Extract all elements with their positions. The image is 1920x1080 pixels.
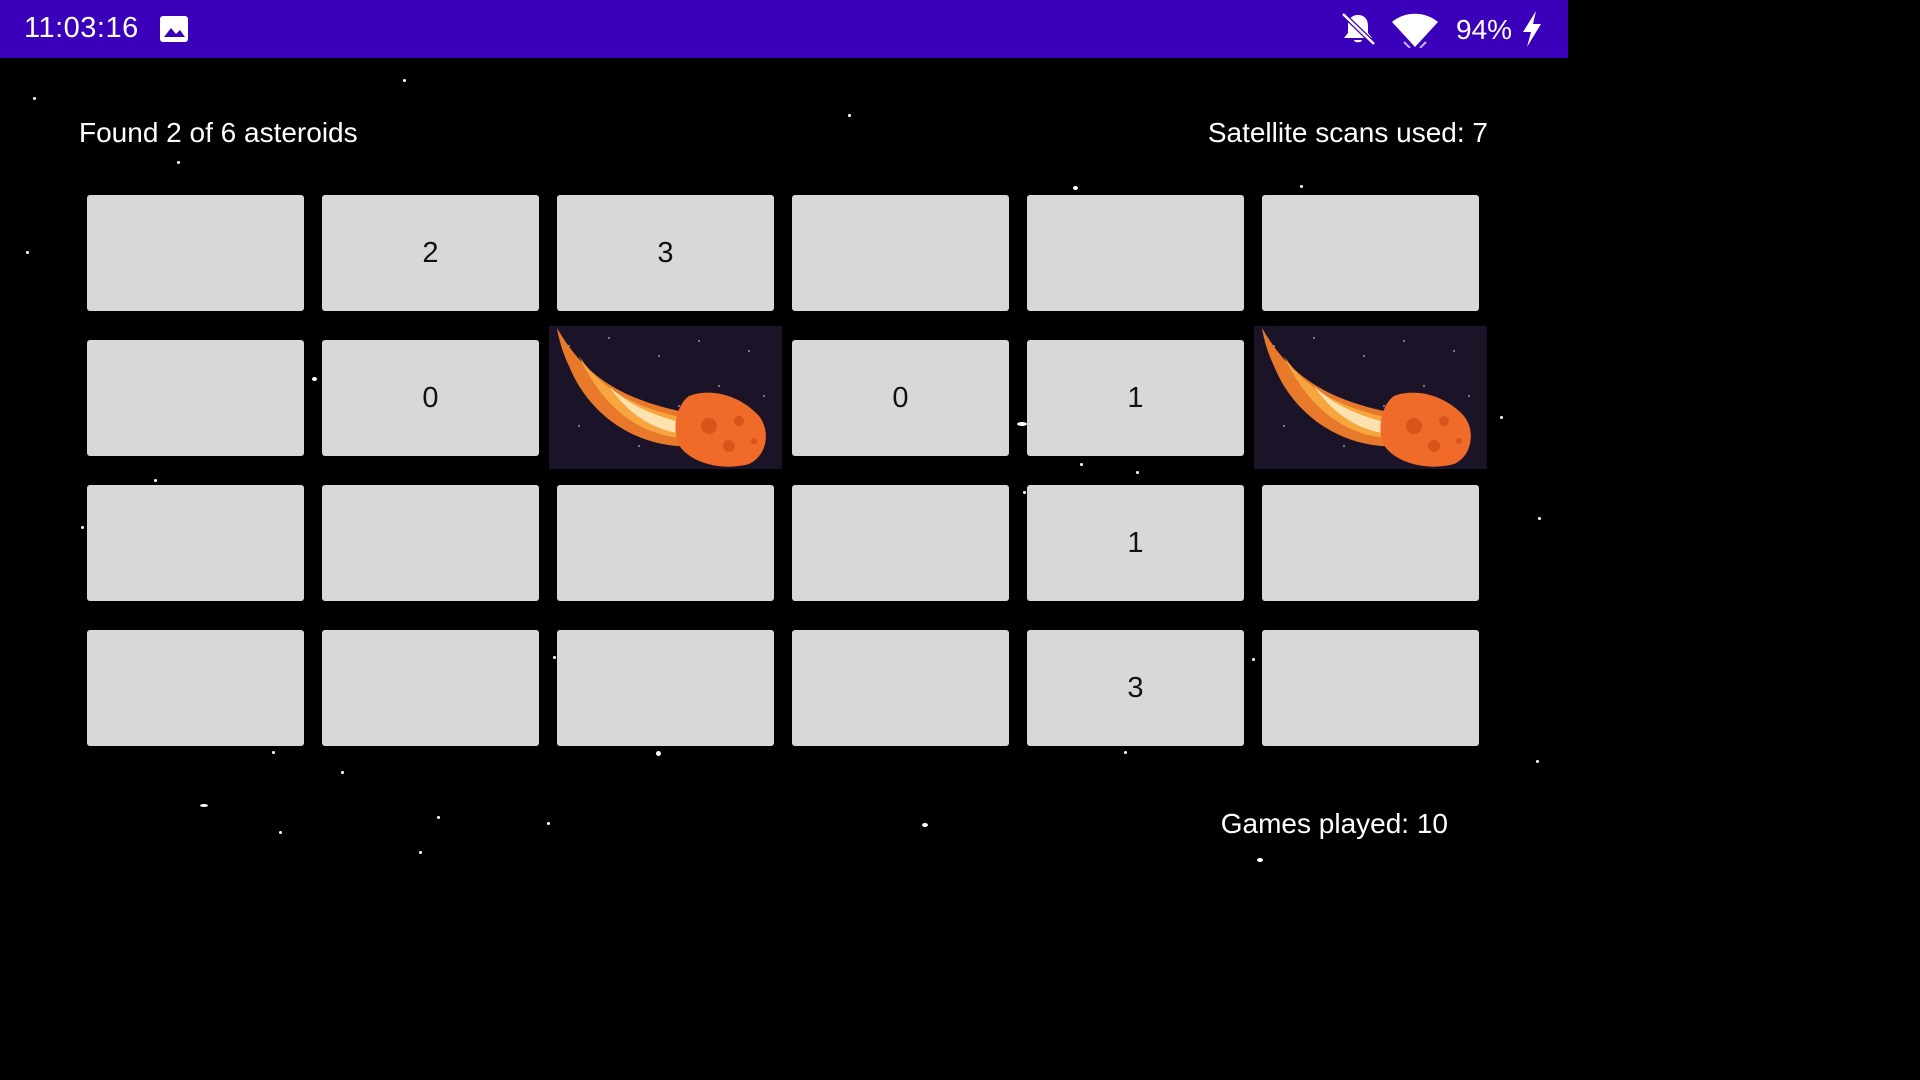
grid-cell[interactable]: 2 — [322, 195, 539, 311]
wifi-icon — [1392, 13, 1438, 48]
star — [1124, 751, 1127, 754]
star — [1300, 185, 1303, 188]
grid-cell[interactable] — [87, 485, 304, 601]
star — [1536, 760, 1539, 763]
star — [1500, 416, 1503, 419]
star — [922, 823, 928, 827]
gallery-icon — [160, 16, 188, 42]
asteroid-icon — [549, 326, 782, 469]
star — [341, 771, 344, 774]
grid-cell[interactable] — [792, 195, 1009, 311]
star — [848, 114, 851, 117]
star — [1538, 517, 1541, 520]
star — [272, 751, 275, 754]
game-screen: 11:03:16 94% Found 2 of 6 asteroids Sate… — [0, 0, 1568, 882]
grid-cell[interactable]: 0 — [322, 340, 539, 456]
grid-cell[interactable] — [1262, 630, 1479, 746]
star — [547, 822, 550, 825]
star — [177, 161, 180, 164]
star — [1073, 186, 1078, 190]
bell-off-icon — [1341, 12, 1376, 46]
asteroids-found-counter: Found 2 of 6 asteroids — [79, 117, 358, 148]
star — [33, 97, 36, 100]
satellite-scans-counter: Satellite scans used: 7 — [1207, 117, 1488, 148]
status-time: 11:03:16 — [24, 12, 139, 44]
grid-cell[interactable] — [1027, 195, 1244, 311]
star — [279, 831, 282, 834]
grid-cell[interactable]: 3 — [557, 195, 774, 311]
grid-cell[interactable]: 0 — [792, 340, 1009, 456]
grid-cell[interactable] — [1262, 485, 1479, 601]
grid-cell-asteroid[interactable] — [549, 326, 782, 469]
grid-cell[interactable]: 3 — [1027, 630, 1244, 746]
grid-cell[interactable] — [87, 195, 304, 311]
grid-cell[interactable]: 1 — [1027, 340, 1244, 456]
grid-cell[interactable]: 1 — [1027, 485, 1244, 601]
grid-cell-asteroid[interactable] — [1254, 326, 1487, 469]
grid-cell[interactable] — [792, 485, 1009, 601]
charging-bolt-icon — [1523, 11, 1541, 47]
grid-cell[interactable] — [557, 630, 774, 746]
games-played-counter: Games played: 10 — [1220, 808, 1448, 839]
star — [200, 804, 208, 807]
star — [1257, 858, 1263, 862]
star — [81, 526, 84, 529]
asteroid-grid: 2 3 0 0 1 1 3 — [87, 195, 1487, 746]
grid-cell[interactable] — [557, 485, 774, 601]
grid-cell[interactable] — [322, 485, 539, 601]
star — [437, 816, 440, 819]
star — [403, 79, 406, 82]
grid-cell[interactable] — [792, 630, 1009, 746]
grid-cell[interactable] — [87, 630, 304, 746]
star — [26, 251, 29, 254]
grid-cell[interactable] — [1262, 195, 1479, 311]
status-bar: 11:03:16 94% — [0, 0, 1568, 58]
battery-percent: 94% — [1456, 14, 1513, 45]
star — [419, 851, 422, 854]
star — [656, 751, 661, 756]
grid-cell[interactable] — [87, 340, 304, 456]
asteroid-icon — [1254, 326, 1487, 469]
grid-cell[interactable] — [322, 630, 539, 746]
